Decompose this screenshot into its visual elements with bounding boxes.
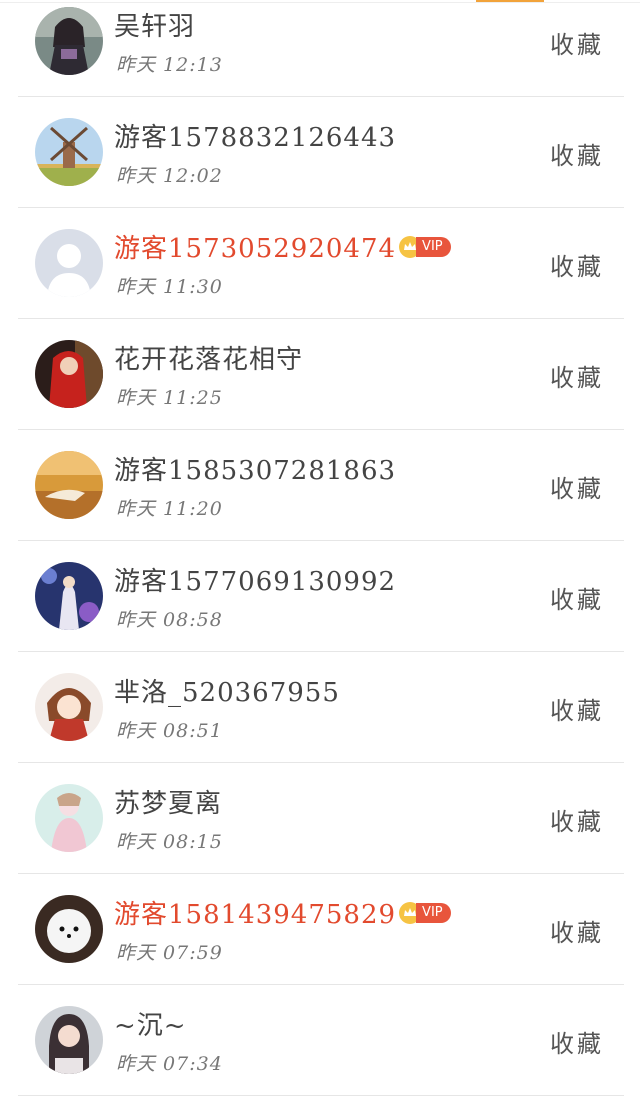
avatar[interactable]	[35, 895, 103, 963]
list-item[interactable]: ~沉~ 昨天 07:34 收藏	[18, 985, 624, 1096]
visit-time: 昨天 08:51	[116, 720, 223, 742]
visit-time: 昨天 08:58	[116, 609, 223, 631]
visit-time: 昨天 11:20	[116, 498, 223, 520]
user-name: 游客1581439475829	[114, 900, 397, 930]
user-name: 芈洛_520367955	[114, 678, 340, 708]
vip-badge: VIP	[416, 236, 451, 257]
list-item[interactable]: 苏梦夏离 昨天 08:15 收藏	[18, 763, 624, 874]
user-name: 游客1577069130992	[114, 567, 397, 597]
list-item[interactable]: 游客1585307281863 昨天 11:20 收藏	[18, 430, 624, 541]
list-item[interactable]: 芈洛_520367955 昨天 08:51 收藏	[18, 652, 624, 763]
user-name: 游客1585307281863	[114, 456, 397, 486]
favorite-button[interactable]: 收藏	[550, 913, 604, 948]
avatar[interactable]	[35, 229, 103, 297]
avatar[interactable]	[35, 1006, 103, 1074]
list-item[interactable]: 吴轩羽 昨天 12:13 收藏	[18, 0, 624, 97]
favorite-button[interactable]: 收藏	[550, 25, 604, 60]
visit-time: 昨天 12:13	[116, 54, 223, 76]
avatar[interactable]	[35, 451, 103, 519]
user-name: 游客1578832126443	[114, 123, 397, 153]
favorite-button[interactable]: 收藏	[550, 247, 604, 282]
favorite-button[interactable]: 收藏	[550, 469, 604, 504]
user-name: 游客1573052920474	[114, 234, 397, 264]
user-name: 花开花落花相守	[114, 345, 304, 375]
visit-time: 昨天 11:25	[116, 387, 223, 409]
user-name: 吴轩羽	[114, 12, 196, 42]
avatar[interactable]	[35, 118, 103, 186]
avatar[interactable]	[35, 340, 103, 408]
favorite-button[interactable]: 收藏	[550, 691, 604, 726]
favorite-button[interactable]: 收藏	[550, 1024, 604, 1059]
list-item[interactable]: 游客1573052920474 VIP 昨天 11:30 收藏	[18, 208, 624, 319]
visit-time: 昨天 11:30	[116, 276, 223, 298]
avatar[interactable]	[35, 784, 103, 852]
avatar[interactable]	[35, 7, 103, 75]
favorite-button[interactable]: 收藏	[550, 580, 604, 615]
visitor-list: 吴轩羽 昨天 12:13 收藏 游客1578832126443 昨天 12:02…	[0, 0, 640, 1096]
favorite-button[interactable]: 收藏	[550, 358, 604, 393]
avatar[interactable]	[35, 562, 103, 630]
list-item[interactable]: 游客1577069130992 昨天 08:58 收藏	[18, 541, 624, 652]
vip-badge: VIP	[416, 902, 451, 923]
visit-time: 昨天 07:59	[116, 942, 223, 964]
favorite-button[interactable]: 收藏	[550, 802, 604, 837]
favorite-button[interactable]: 收藏	[550, 136, 604, 171]
user-name: ~沉~	[114, 1011, 187, 1041]
list-item[interactable]: 游客1578832126443 昨天 12:02 收藏	[18, 97, 624, 208]
list-item[interactable]: 花开花落花相守 昨天 11:25 收藏	[18, 319, 624, 430]
list-item[interactable]: 游客1581439475829 VIP 昨天 07:59 收藏	[18, 874, 624, 985]
user-name: 苏梦夏离	[114, 789, 223, 819]
avatar[interactable]	[35, 673, 103, 741]
visit-time: 昨天 12:02	[116, 165, 223, 187]
visit-time: 昨天 07:34	[116, 1053, 223, 1075]
visit-time: 昨天 08:15	[116, 831, 223, 853]
